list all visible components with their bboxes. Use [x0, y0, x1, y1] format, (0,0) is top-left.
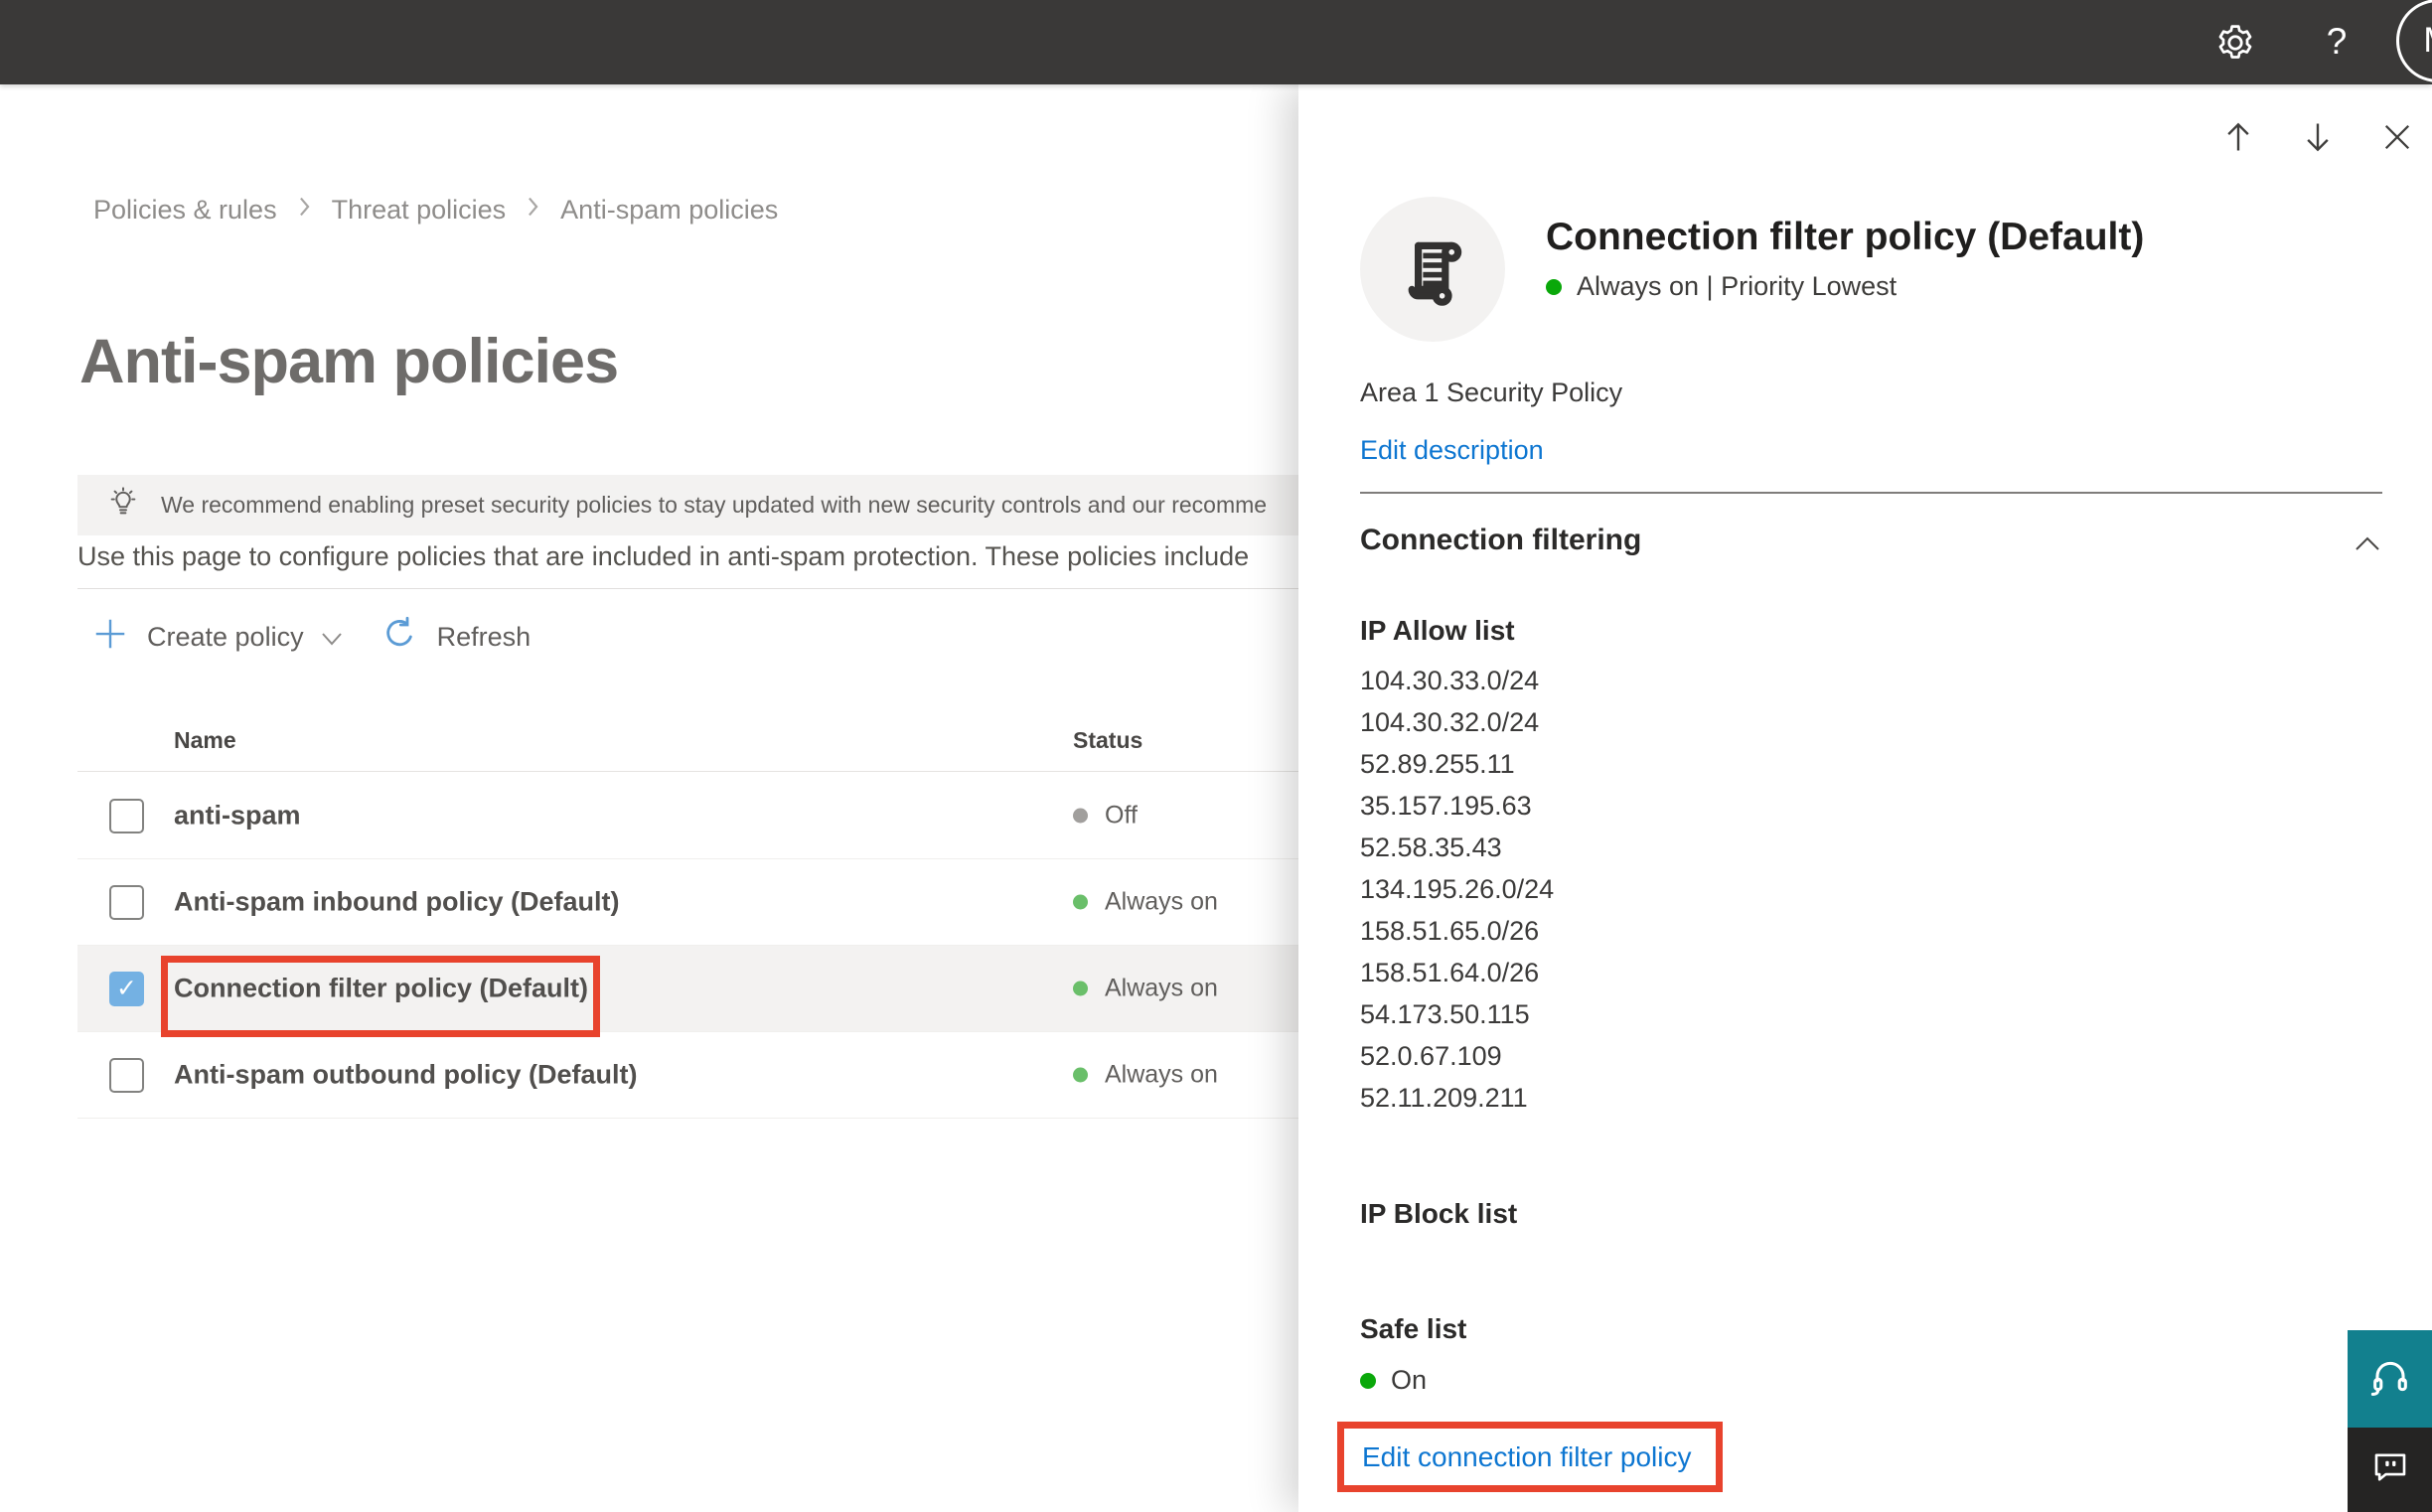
- policy-status: Always on: [1073, 888, 1218, 917]
- create-policy-label: Create policy: [147, 621, 304, 652]
- row-checkbox[interactable]: [109, 1058, 144, 1093]
- page-title: Anti-spam policies: [79, 327, 619, 396]
- status-label: Always on | Priority Lowest: [1577, 271, 1898, 301]
- question-mark-icon: ?: [2326, 21, 2348, 62]
- ip-entry: 52.58.35.43: [1360, 832, 1502, 862]
- policy-name: Anti-spam inbound policy (Default): [174, 886, 620, 917]
- policy-status: Off: [1073, 802, 1138, 831]
- column-header-name[interactable]: Name: [174, 727, 236, 754]
- top-bar: ? M: [0, 0, 2432, 84]
- feedback-chat-icon: [2369, 1446, 2411, 1493]
- edit-description-link[interactable]: Edit description: [1360, 435, 1544, 465]
- row-checkbox[interactable]: [109, 885, 144, 920]
- policy-status: Always on: [1073, 1061, 1218, 1090]
- ip-entry: 52.0.67.109: [1360, 1041, 1502, 1071]
- refresh-label: Refresh: [436, 621, 532, 652]
- row-checkbox-checked[interactable]: [109, 972, 144, 1006]
- policy-status: Always on: [1073, 975, 1218, 1003]
- gear-icon: [2213, 25, 2257, 69]
- section-title: Connection filtering: [1360, 524, 1642, 556]
- toolbar: Create policy Refresh: [91, 610, 531, 664]
- policy-type-badge: [1360, 197, 1505, 342]
- ip-entry: 158.51.64.0/26: [1360, 958, 1540, 987]
- ip-allow-list: 104.30.33.0/24 104.30.32.0/24 52.89.255.…: [1360, 660, 1554, 1119]
- safe-list-status: On: [1360, 1365, 1427, 1396]
- status-label: Off: [1105, 801, 1138, 830]
- breadcrumb: Policies & rules Threat policies Anti-sp…: [93, 195, 778, 226]
- policy-description: Area 1 Security Policy: [1360, 378, 1623, 407]
- ip-entry: 104.30.32.0/24: [1360, 707, 1540, 737]
- create-policy-button[interactable]: Create policy: [91, 615, 344, 660]
- ip-allow-list-label: IP Allow list: [1360, 615, 1515, 646]
- breadcrumb-anti-spam-policies: Anti-spam policies: [560, 195, 779, 225]
- status-dot-icon: [1360, 1372, 1376, 1389]
- status-dot-icon: [1073, 1067, 1088, 1083]
- ip-entry: 35.157.195.63: [1360, 791, 1532, 821]
- next-item-button[interactable]: [2298, 117, 2338, 157]
- support-button[interactable]: [2348, 1330, 2432, 1428]
- section-connection-filtering[interactable]: Connection filtering: [1360, 524, 2382, 557]
- ip-entry: 134.195.26.0/24: [1360, 874, 1555, 904]
- policy-name: anti-spam: [174, 800, 301, 831]
- refresh-icon: [380, 614, 419, 661]
- ip-entry: 52.89.255.11: [1360, 749, 1515, 779]
- app-window: ? M Policies & rules Threat policies Ant…: [0, 0, 2432, 1512]
- headset-icon: [2367, 1354, 2413, 1405]
- banner-text: We recommend enabling preset security po…: [161, 492, 1268, 518]
- annotation-red-box: Edit connection filter policy: [1337, 1422, 1723, 1492]
- feedback-button[interactable]: [2348, 1428, 2432, 1512]
- ip-entry: 54.173.50.115: [1360, 999, 1530, 1029]
- lightbulb-icon: [105, 485, 141, 526]
- flyout-title: Connection filter policy (Default): [1546, 216, 2145, 258]
- breadcrumb-threat-policies[interactable]: Threat policies: [332, 195, 507, 226]
- safe-list-label: Safe list: [1360, 1313, 1467, 1344]
- status-label: On: [1391, 1365, 1428, 1395]
- ip-entry: 104.30.33.0/24: [1360, 666, 1540, 695]
- policy-name: Connection filter policy (Default): [174, 973, 589, 1003]
- status-dot-icon: [1546, 278, 1562, 295]
- avatar-initial: M: [2423, 21, 2432, 61]
- help-button[interactable]: ?: [2315, 14, 2358, 70]
- flyout-nav: [2218, 117, 2417, 157]
- status-label: Always on: [1105, 1060, 1218, 1089]
- flyout-status: Always on | Priority Lowest: [1546, 271, 1897, 302]
- refresh-button[interactable]: Refresh: [380, 614, 532, 661]
- close-icon[interactable]: [2377, 117, 2417, 157]
- policy-details-flyout: Connection filter policy (Default) Alway…: [1298, 84, 2432, 1512]
- status-dot-icon: [1073, 894, 1088, 910]
- chevron-right-icon: [526, 195, 540, 226]
- status-dot-icon: [1073, 808, 1088, 824]
- settings-button[interactable]: [2213, 21, 2257, 65]
- plus-icon: [91, 615, 129, 660]
- chevron-down-icon: [320, 624, 344, 655]
- ip-block-list-label: IP Block list: [1360, 1198, 1518, 1229]
- column-header-status[interactable]: Status: [1073, 727, 1142, 754]
- breadcrumb-policies-and-rules[interactable]: Policies & rules: [93, 195, 277, 226]
- policy-name: Anti-spam outbound policy (Default): [174, 1059, 638, 1090]
- previous-item-button[interactable]: [2218, 117, 2258, 157]
- status-label: Always on: [1105, 974, 1218, 1002]
- account-avatar[interactable]: M: [2396, 0, 2432, 82]
- status-label: Always on: [1105, 887, 1218, 916]
- divider: [1360, 492, 2382, 494]
- ip-entry: 158.51.65.0/26: [1360, 916, 1540, 946]
- row-checkbox[interactable]: [109, 799, 144, 833]
- scroll-policy-icon: [1393, 227, 1472, 312]
- edit-connection-filter-policy-link[interactable]: Edit connection filter policy: [1362, 1441, 1692, 1473]
- chevron-right-icon: [297, 195, 312, 226]
- ip-entry: 52.11.209.211: [1360, 1083, 1528, 1113]
- chevron-up-icon: [2353, 528, 2382, 561]
- status-dot-icon: [1073, 981, 1088, 996]
